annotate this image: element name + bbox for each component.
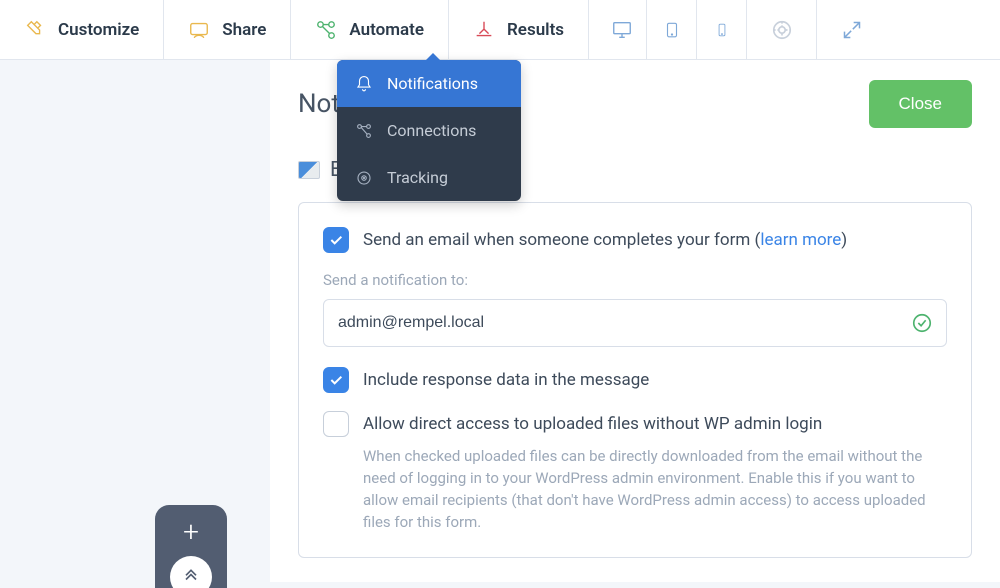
form-box: Send an email when someone completes you…	[298, 202, 972, 558]
device-tablet-button[interactable]	[647, 0, 697, 59]
nav-right-group	[597, 0, 887, 59]
top-navigation: Customize Share Automate Results	[0, 0, 1000, 60]
add-button[interactable]: +	[183, 515, 199, 548]
send-email-label: Send an email when someone completes you…	[363, 227, 847, 253]
nav-automate[interactable]: Automate	[291, 0, 449, 59]
share-icon	[188, 19, 210, 41]
close-button[interactable]: Close	[869, 80, 972, 128]
desktop-icon	[611, 19, 633, 41]
results-icon	[473, 19, 495, 41]
dropdown-tracking-label: Tracking	[387, 168, 448, 187]
mobile-icon	[715, 19, 729, 41]
nav-share[interactable]: Share	[164, 0, 291, 59]
envelope-icon	[298, 161, 320, 179]
notification-email-input[interactable]	[323, 299, 947, 347]
dropdown-tracking[interactable]: Tracking	[337, 154, 521, 201]
valid-icon	[911, 312, 933, 334]
side-controls: +	[155, 505, 227, 588]
nav-customize-label: Customize	[58, 20, 139, 40]
nav-results-label: Results	[507, 20, 564, 40]
allow-direct-checkbox[interactable]	[323, 411, 349, 437]
help-button[interactable]	[747, 0, 817, 59]
automate-icon	[315, 19, 337, 41]
include-response-checkbox[interactable]	[323, 367, 349, 393]
customize-icon	[24, 19, 46, 41]
dropdown-connections[interactable]: Connections	[337, 107, 521, 154]
side-circle-button[interactable]	[170, 556, 212, 588]
email-input-wrap	[323, 299, 947, 347]
connections-icon	[355, 122, 373, 140]
include-response-row: Include response data in the message	[323, 367, 947, 393]
nav-share-label: Share	[222, 20, 266, 40]
dropdown-notifications[interactable]: Notifications	[337, 60, 521, 107]
learn-more-link[interactable]: learn more	[760, 230, 841, 250]
dropdown-connections-label: Connections	[387, 121, 476, 140]
tracking-icon	[355, 169, 373, 187]
include-response-label: Include response data in the message	[363, 367, 649, 393]
allow-direct-label: Allow direct access to uploaded files wi…	[363, 411, 947, 437]
nav-automate-label: Automate	[349, 20, 424, 40]
allow-direct-helper: When checked uploaded files can be direc…	[363, 445, 947, 533]
help-icon	[771, 19, 793, 41]
nav-results[interactable]: Results	[449, 0, 589, 59]
send-to-label: Send a notification to:	[323, 271, 947, 289]
allow-direct-row: Allow direct access to uploaded files wi…	[323, 411, 947, 533]
bell-icon	[355, 75, 373, 93]
nav-customize[interactable]: Customize	[0, 0, 164, 59]
tablet-icon	[663, 19, 681, 41]
send-email-checkbox[interactable]	[323, 227, 349, 253]
expand-button[interactable]	[817, 0, 887, 59]
dropdown-notifications-label: Notifications	[387, 74, 478, 93]
automate-dropdown: Notifications Connections Tracking	[337, 60, 521, 201]
device-mobile-button[interactable]	[697, 0, 747, 59]
expand-icon	[842, 20, 862, 40]
send-email-row: Send an email when someone completes you…	[323, 227, 947, 253]
chevron-up-icon	[181, 567, 201, 587]
device-desktop-button[interactable]	[597, 0, 647, 59]
